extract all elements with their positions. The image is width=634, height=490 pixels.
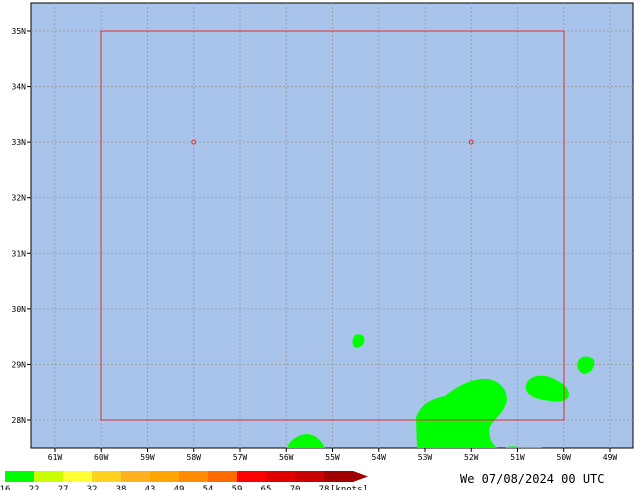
colorbar-segment-54 [208,471,237,482]
colorbar-label: 16 [0,485,10,490]
colorbar-label: 43 [145,485,156,490]
lon-tick-label: 57W [233,453,248,462]
colorbar-label: 49 [174,485,185,490]
lat-tick-label: 29N [12,360,27,369]
lon-tick-label: 52W [464,453,479,462]
lat-tick-label: 28N [12,416,27,425]
lon-tick-label: 56W [279,453,294,462]
colorbar-segment-32 [92,471,121,482]
colorbar-segment-43 [150,471,179,482]
colorbar-label: 27 [58,485,69,490]
colorbar-segment-78 [324,471,353,482]
colorbar-label: 54 [203,485,214,490]
lat-tick-label: 35N [12,27,27,36]
lon-tick-label: 53W [418,453,433,462]
lat-tick-label: 31N [12,249,27,258]
latitude-axis: 35N 34N 33N 32N 31N 30N 29N 28N [12,27,31,425]
colorbar-segment-22 [34,471,63,482]
colorbar-segment-65 [266,471,295,482]
colorbar-segment-16 [5,471,34,482]
colorbar-unit: [knots] [330,485,368,490]
lat-tick-label: 34N [12,83,27,92]
colorbar-label: 78 [319,485,330,490]
colorbar-segment-38 [121,471,150,482]
lon-tick-label: 59W [140,453,155,462]
lon-tick-label: 51W [510,453,525,462]
lon-tick-label: 60W [94,453,109,462]
lon-tick-label: 61W [48,453,63,462]
valid-time-label: We 07/08/2024 00 UTC [460,472,605,486]
lon-tick-label: 55W [325,453,340,462]
colorbar-segment-27 [63,471,92,482]
colorbar-arrow [353,471,368,482]
lat-tick-label: 33N [12,138,27,147]
colorbar-label: 70 [290,485,301,490]
wind-speed-colorbar: 16 22 27 32 38 43 49 54 59 65 70 78 [knots] [0,471,368,490]
colorbar-segment-59 [237,471,266,482]
colorbar-label: 59 [232,485,243,490]
lon-tick-label: 50W [557,453,572,462]
weather-map: 35N 34N 33N 32N 31N 30N 29N 28N 61W 60W 59W 58W 57W… [0,2,634,490]
colorbar-label: 32 [87,485,98,490]
lon-tick-label: 54W [372,453,387,462]
lon-tick-label: 58W [187,453,202,462]
colorbar-segment-49 [179,471,208,482]
lon-tick-label: 49W [603,453,618,462]
longitude-axis: 61W 60W 59W 58W 57W 56W 55W 54W 53W 52W 51W 50W 49W [48,448,618,462]
lat-tick-label: 30N [12,305,27,314]
colorbar-label: 38 [116,485,127,490]
lat-tick-label: 32N [12,194,27,203]
colorbar-segment-70 [295,471,324,482]
colorbar-label: 65 [261,485,272,490]
colorbar-label: 22 [29,485,40,490]
